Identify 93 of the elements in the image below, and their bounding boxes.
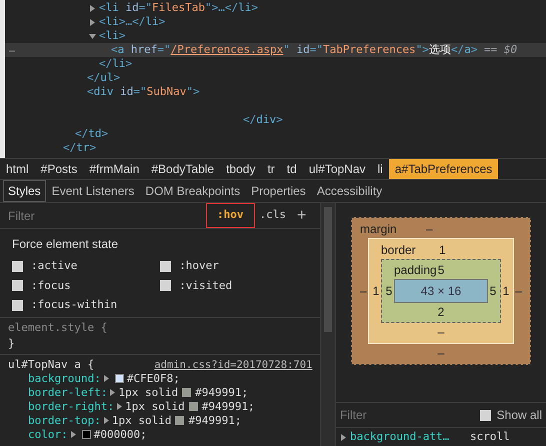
filter-field[interactable]: Filter: [8, 206, 206, 224]
tab[interactable]: DOM Breakpoints: [140, 180, 246, 202]
expanded-triangle-icon[interactable]: [89, 33, 96, 40]
breadcrumb-item[interactable]: li: [372, 159, 389, 179]
dom-node[interactable]: </tr>: [63, 141, 96, 155]
tab[interactable]: Accessibility: [312, 180, 388, 202]
box-value: –: [438, 346, 444, 360]
property-value: 1px solid: [118, 386, 178, 400]
box-value: –: [514, 283, 522, 300]
collapsed-triangle-icon[interactable]: [70, 431, 77, 438]
breadcrumb-item[interactable]: #frmMain: [83, 159, 146, 179]
checkbox[interactable]: [160, 280, 172, 292]
box-value: 5: [438, 262, 444, 279]
breadcrumb-item[interactable]: a#TabPreferences: [388, 159, 498, 179]
breadcrumb-item[interactable]: html: [0, 159, 35, 179]
property-value: 1px solid: [125, 400, 185, 414]
dom-node[interactable]: </td>: [75, 127, 108, 141]
dom-node[interactable]: <a href="/Preferences.aspx" id="TabPreferences">选项</a> == $0: [111, 43, 518, 57]
checkbox[interactable]: [12, 280, 23, 292]
state-label: :visited: [179, 278, 232, 294]
box-value: 5: [384, 283, 394, 300]
state-label: :focus: [31, 278, 71, 294]
show-all-label: Show all: [496, 407, 542, 424]
checkbox[interactable]: [480, 410, 491, 420]
state-label: :hover: [179, 258, 219, 274]
selection-dots: …: [9, 43, 16, 57]
state-label: :active: [31, 258, 78, 274]
box-value: –: [426, 221, 433, 238]
new-rule-button[interactable]: +: [291, 208, 312, 224]
color-value: #949991;: [202, 400, 255, 414]
box-value: 1: [372, 283, 380, 300]
color-swatch[interactable]: [175, 416, 184, 425]
dom-row[interactable]: … <a href="/Preferences.aspx" id="TabPreferences">选项</a> == $0: [5, 43, 546, 57]
tab[interactable]: Properties: [246, 180, 311, 202]
box-value: 2: [438, 305, 444, 319]
box-value: 1: [438, 242, 446, 259]
box-label: padding: [394, 262, 437, 279]
source-link[interactable]: admin.css?id=20170728:701: [154, 358, 312, 372]
dom-node[interactable]: </div>: [243, 113, 283, 127]
hov-toggle[interactable]: :hov: [206, 203, 255, 228]
color-value: #949991;: [195, 386, 248, 400]
tab[interactable]: Styles: [3, 180, 46, 202]
color-swatch[interactable]: [182, 388, 192, 397]
dom-row[interactable]: <li id="FilesTab">…</li>: [5, 1, 546, 15]
breadcrumb-item[interactable]: tbody: [220, 159, 262, 179]
dom-node[interactable]: <li>: [99, 29, 126, 43]
box-value: –: [438, 325, 444, 339]
scrollbar[interactable]: [320, 203, 336, 446]
color-swatch[interactable]: [82, 430, 91, 439]
tab[interactable]: Event Listeners: [46, 180, 140, 202]
dom-node[interactable]: <li>…</li>: [99, 15, 166, 29]
property-name: border-top:: [28, 414, 101, 428]
breadcrumb-item[interactable]: tr: [261, 159, 281, 179]
breadcrumb-item[interactable]: td: [280, 159, 303, 179]
color-swatch[interactable]: [188, 402, 198, 411]
property-name: background:: [28, 372, 101, 386]
checkbox[interactable]: [160, 260, 172, 272]
property-value: #CFE0F8;: [126, 372, 180, 386]
box-value: 5: [488, 283, 498, 300]
property-name: border-left:: [28, 386, 108, 400]
property-value: 1px solid: [112, 414, 172, 428]
checkbox[interactable]: [12, 300, 23, 311]
dom-node[interactable]: <div id="SubNav">: [87, 85, 200, 99]
dom-node[interactable]: </li>: [99, 57, 132, 71]
property-name: color:: [28, 428, 68, 442]
box-value: –: [360, 283, 368, 300]
dom-row[interactable]: <li>: [5, 29, 546, 43]
rule-selector: ul#TopNav a {: [8, 358, 94, 372]
breadcrumb-item[interactable]: #BodyTable: [145, 159, 220, 179]
computed-filter-field[interactable]: Filter: [340, 406, 480, 424]
collapsed-triangle-icon[interactable]: [340, 434, 347, 440]
computed-value: scroll: [470, 428, 510, 445]
breadcrumb-item[interactable]: ul#TopNav: [302, 159, 372, 179]
element-style-selector: element.style {: [8, 320, 108, 336]
dom-node[interactable]: </ul>: [87, 71, 120, 85]
breadcrumb-item[interactable]: #Posts: [34, 159, 84, 179]
closing-brace: }: [8, 336, 16, 352]
content-box: 43 × 16: [394, 279, 488, 303]
state-label: :focus-within: [31, 297, 118, 313]
box-label: margin: [360, 221, 398, 238]
computed-property: background-att…: [350, 428, 450, 445]
force-state-title: Force element state: [12, 236, 120, 253]
property-value: #000000;: [94, 428, 147, 442]
dom-row[interactable]: <li>…</li>: [5, 15, 546, 29]
box-value: 1: [502, 283, 510, 300]
dom-node[interactable]: <li id="FilesTab">…</li>: [99, 1, 258, 15]
checkbox[interactable]: [12, 260, 23, 272]
color-value: #949991;: [188, 414, 242, 428]
cls-toggle[interactable]: .cls: [254, 207, 292, 224]
box-label: border: [380, 242, 417, 259]
color-swatch[interactable]: [114, 374, 124, 383]
property-name: border-right:: [28, 400, 114, 414]
dom-row[interactable]: <div id="SubNav">: [5, 85, 546, 99]
